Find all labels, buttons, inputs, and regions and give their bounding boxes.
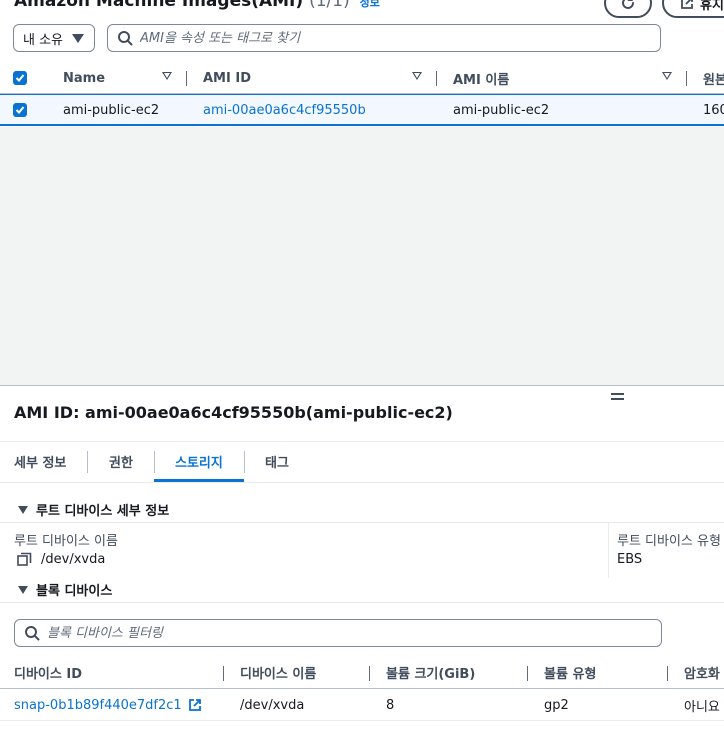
column-divider[interactable] [527, 666, 528, 681]
tab-divider [244, 451, 245, 473]
column-header-encrypted[interactable]: 암호화 [684, 656, 720, 689]
block-device-filter-input[interactable] [47, 625, 661, 641]
check-icon [15, 74, 25, 82]
column-divider[interactable] [223, 666, 224, 681]
sort-icon[interactable] [662, 72, 672, 80]
cell-ami-id-link[interactable]: ami-00ae0a6c4cf95550b [203, 95, 366, 125]
select-all-checkbox[interactable] [13, 62, 27, 94]
sort-icon[interactable] [162, 72, 172, 80]
cell-name: ami-public-ec2 [63, 102, 160, 118]
cell-volume-type: gp2 [544, 697, 569, 713]
ami-table-header: Name AMI ID AMI 이름 원본 [0, 62, 724, 94]
split-panel-border [0, 385, 724, 386]
checkbox[interactable] [13, 103, 27, 117]
refresh-button[interactable] [604, 0, 652, 18]
column-header-device-name[interactable]: 디바이스 이름 [240, 656, 316, 689]
copy-icon[interactable] [17, 552, 32, 567]
tab-permissions[interactable]: 권한 [109, 452, 133, 472]
block-device-section-title: 블록 디바이스 [36, 584, 113, 599]
owner-filter-value: 내 소유 [23, 32, 64, 48]
page-title-text: Amazon Machine Images(AMI) [14, 0, 304, 11]
detail-panel-title: AMI ID: ami-00ae0a6c4cf95550b(ami-public… [14, 403, 453, 422]
drag-handle-icon[interactable] [611, 393, 624, 401]
external-link-icon[interactable] [188, 698, 202, 712]
root-device-type-label: 루트 디바이스 유형 [617, 534, 721, 549]
column-divider[interactable] [186, 71, 187, 86]
tab-details[interactable]: 세부 정보 [14, 452, 66, 472]
root-device-name-value: /dev/xvda [41, 552, 106, 567]
tab-divider [87, 451, 88, 473]
caret-down-icon [18, 505, 28, 514]
cell-device-name: /dev/xvda [240, 697, 305, 713]
owner-filter-select[interactable]: 내 소유 [13, 24, 95, 52]
refresh-icon [622, 0, 634, 9]
cell-ami-name: ami-public-ec2 [453, 102, 550, 118]
column-header-volume-type[interactable]: 볼륨 유형 [544, 656, 596, 689]
root-device-name-label: 루트 디바이스 이름 [14, 534, 118, 549]
column-header-device-id[interactable]: 디바이스 ID [14, 656, 82, 689]
check-icon [15, 106, 25, 114]
section-divider [0, 602, 724, 603]
table-row[interactable]: ami-public-ec2 ami-00ae0a6c4cf95550b ami… [0, 94, 724, 126]
caret-down-icon [72, 34, 84, 43]
sort-icon[interactable] [412, 72, 422, 80]
tabs-top-line [0, 441, 724, 442]
column-divider[interactable] [686, 71, 687, 86]
column-header-source[interactable]: 원본 [703, 62, 724, 94]
tabs-bottom-line [0, 482, 724, 483]
root-device-section-title: 루트 디바이스 세부 정보 [36, 504, 170, 519]
search-icon [24, 625, 40, 641]
row-checkbox[interactable] [13, 95, 27, 125]
ami-search-box[interactable] [107, 24, 661, 52]
table-row: snap-0b1b89f440e7df2c1 /dev/xvda 8 gp2 아… [0, 689, 724, 721]
section-divider [0, 522, 724, 523]
column-header-name[interactable]: Name [63, 62, 105, 94]
column-divider [608, 522, 609, 578]
ami-search-input[interactable] [140, 30, 660, 46]
cell-volume-size: 8 [386, 697, 395, 713]
page-title: Amazon Machine Images(AMI) (1/1) 정보 [14, 0, 380, 11]
external-link-icon [681, 0, 693, 9]
cell-device-id[interactable]: snap-0b1b89f440e7df2c1 [14, 689, 202, 721]
table-empty-area [0, 127, 724, 385]
column-divider[interactable] [369, 666, 370, 681]
column-header-ami-id[interactable]: AMI ID [203, 62, 251, 94]
tab-divider [154, 451, 155, 473]
launch-button[interactable]: 휴지 [662, 0, 724, 18]
info-link[interactable]: 정보 [360, 0, 380, 9]
column-divider[interactable] [436, 71, 437, 86]
cell-source: 160 [703, 102, 724, 118]
block-device-section-toggle[interactable]: 블록 디바이스 [18, 580, 112, 599]
tab-storage[interactable]: 스토리지 [175, 452, 223, 472]
caret-down-icon [18, 585, 28, 594]
checkbox[interactable] [13, 71, 27, 85]
search-icon [117, 30, 133, 46]
tab-tags[interactable]: 태그 [265, 452, 289, 472]
block-device-table-header: 디바이스 ID 디바이스 이름 볼륨 크기(GiB) 볼륨 유형 암호화 [0, 656, 724, 689]
column-divider[interactable] [667, 666, 668, 681]
snapshot-link[interactable]: snap-0b1b89f440e7df2c1 [14, 698, 182, 713]
ami-count: (1/1) [309, 0, 350, 11]
root-device-name-value-row: /dev/xvda [17, 552, 105, 567]
column-header-ami-name[interactable]: AMI 이름 [453, 62, 509, 94]
block-device-filter-box[interactable] [14, 619, 662, 647]
root-device-section-toggle[interactable]: 루트 디바이스 세부 정보 [18, 500, 169, 519]
cell-encrypted: 아니요 [684, 699, 720, 715]
root-device-type-value: EBS [617, 552, 643, 567]
launch-button-label: 휴지 [700, 0, 724, 13]
column-header-volume-size[interactable]: 볼륨 크기(GiB) [386, 656, 475, 689]
